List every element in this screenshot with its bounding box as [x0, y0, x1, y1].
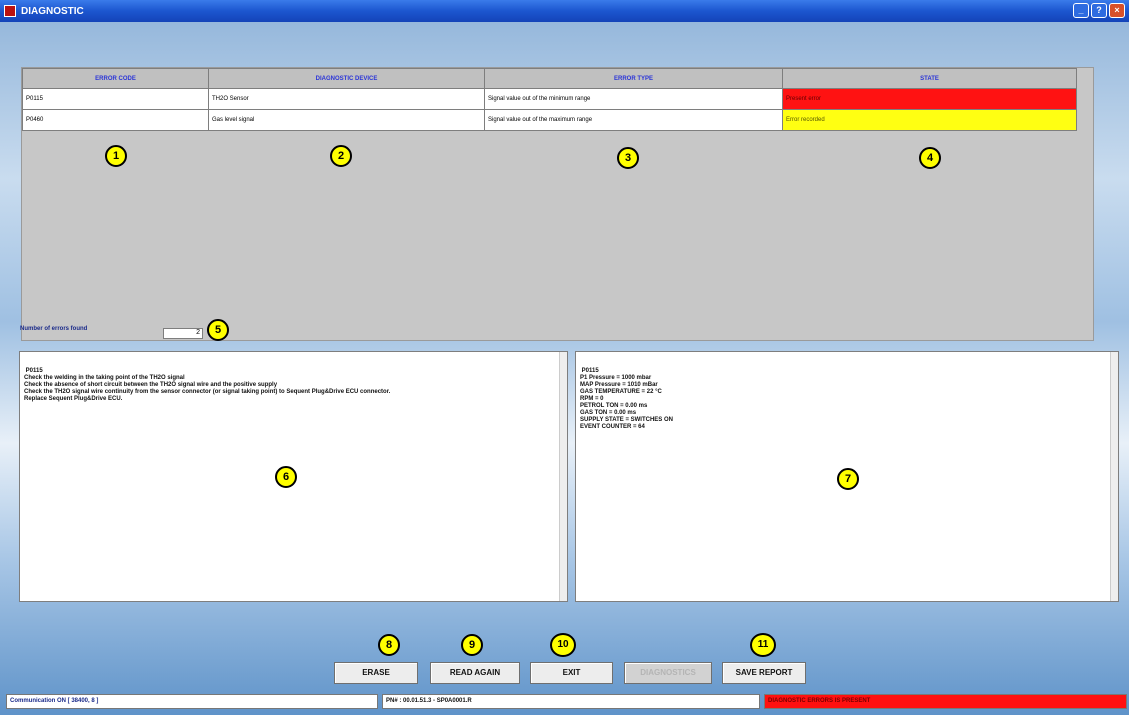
communication-status: Communication ON [ 38400, 8 ]: [6, 694, 378, 709]
error-table: ERROR CODE DIAGNOSTIC DEVICE ERROR TYPE …: [22, 68, 1077, 131]
callout-marker-3: 3: [617, 147, 639, 169]
state-cell[interactable]: Error recorded: [782, 109, 1077, 131]
disabled-button: DIAGNOSTICS: [624, 662, 712, 684]
error-code-cell[interactable]: P0460: [22, 109, 209, 131]
diagnostic-device-cell[interactable]: TH2O Sensor: [208, 88, 485, 110]
table-row[interactable]: P0115 TH2O Sensor Signal value out of th…: [22, 88, 1077, 110]
freeze-frame-text: P0115 P1 Pressure = 1000 mbar MAP Pressu…: [580, 368, 673, 430]
error-type-cell[interactable]: Signal value out of the maximum range: [484, 109, 783, 131]
help-icon[interactable]: ?: [1091, 3, 1107, 18]
column-header-error-type[interactable]: ERROR TYPE: [484, 68, 783, 89]
errors-found-label: Number of errors found: [20, 326, 88, 332]
freeze-frame-scrollbar[interactable]: [1110, 352, 1118, 601]
state-cell[interactable]: Present error: [782, 88, 1077, 110]
minimize-icon[interactable]: _: [1073, 3, 1089, 18]
save-report-button[interactable]: SAVE REPORT: [722, 662, 806, 684]
callout-marker-7: 7: [837, 468, 859, 490]
callout-marker-1: 1: [105, 145, 127, 167]
column-header-diagnostic-device[interactable]: DIAGNOSTIC DEVICE: [208, 68, 485, 89]
read-again-button[interactable]: READ AGAIN: [430, 662, 520, 684]
status-bar: Communication ON [ 38400, 8 ] PN# : 00.0…: [6, 694, 1127, 709]
column-header-error-code[interactable]: ERROR CODE: [22, 68, 209, 89]
callout-marker-6: 6: [275, 466, 297, 488]
exit-button[interactable]: EXIT: [530, 662, 613, 684]
callout-marker-5: 5: [207, 319, 229, 341]
diagnostic-device-cell[interactable]: Gas level signal: [208, 109, 485, 131]
callout-marker-11: 11: [750, 633, 776, 657]
callout-marker-4: 4: [919, 147, 941, 169]
close-icon[interactable]: ×: [1109, 3, 1125, 18]
diagnostic-alert-status: DIAGNOSTIC ERRORS IS PRESENT: [764, 694, 1127, 709]
errors-found-field: 2: [163, 328, 203, 339]
description-scrollbar[interactable]: [559, 352, 567, 601]
error-grid: ERROR CODE DIAGNOSTIC DEVICE ERROR TYPE …: [21, 67, 1094, 341]
error-description-text: P0115 Check the welding in the taking po…: [24, 368, 391, 402]
window-title: DIAGNOSTIC: [21, 5, 84, 17]
erase-button[interactable]: ERASE: [334, 662, 418, 684]
callout-marker-9: 9: [461, 634, 483, 656]
column-header-state[interactable]: STATE: [782, 68, 1077, 89]
callout-marker-10: 10: [550, 633, 576, 657]
error-type-cell[interactable]: Signal value out of the minimum range: [484, 88, 783, 110]
error-code-cell[interactable]: P0115: [22, 88, 209, 110]
callout-marker-8: 8: [378, 634, 400, 656]
callout-marker-2: 2: [330, 145, 352, 167]
title-bar: DIAGNOSTIC _ ? ×: [0, 0, 1129, 22]
part-number-status: PN# : 00.01.51.3 - SP0A0001.R: [382, 694, 760, 709]
app-icon: [4, 5, 16, 17]
table-row[interactable]: P0460 Gas level signal Signal value out …: [22, 109, 1077, 131]
